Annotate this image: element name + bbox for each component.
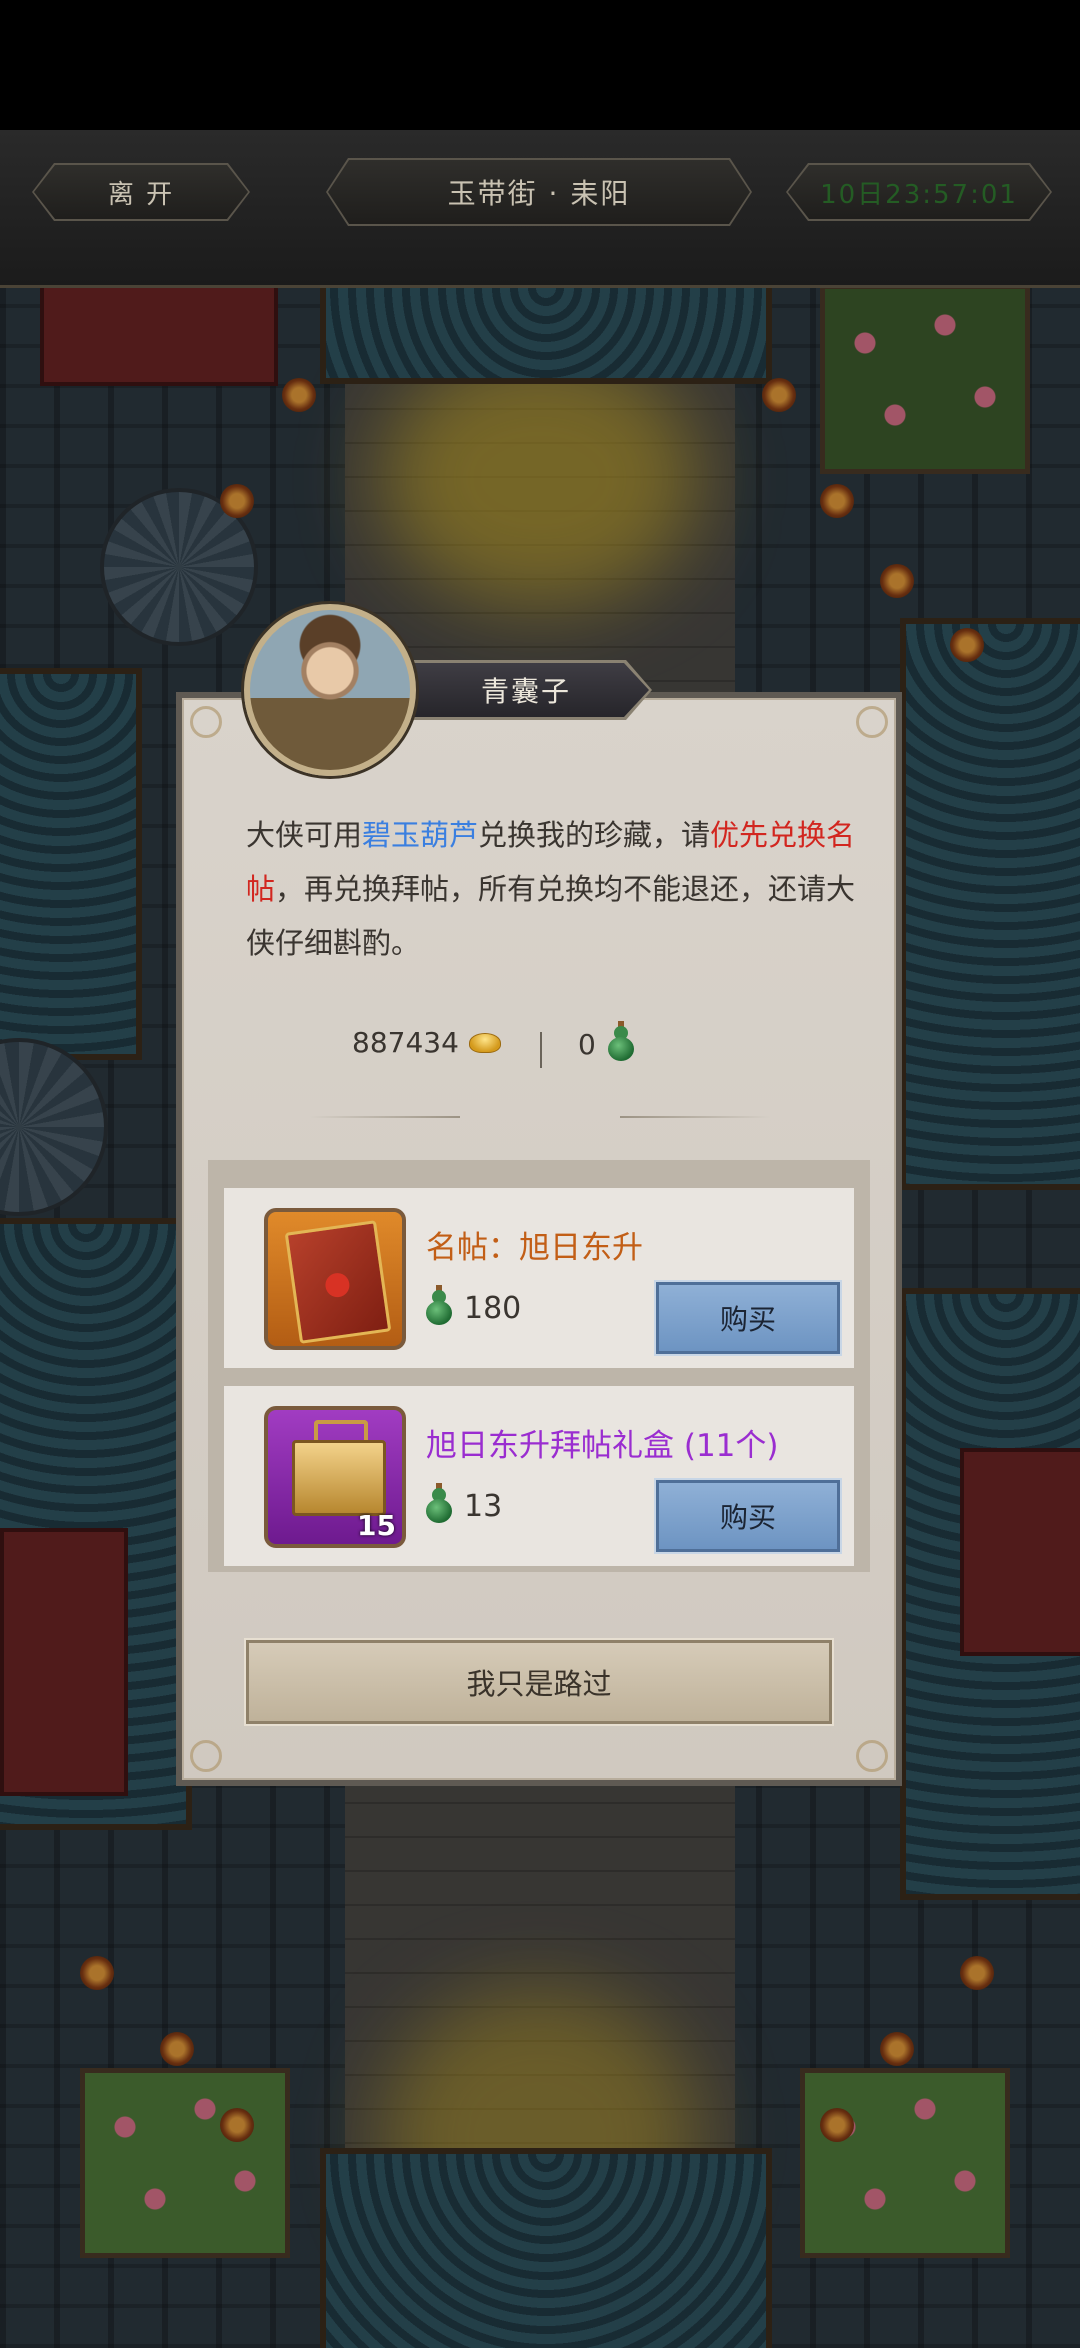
buy-button[interactable]: 购买 [654,1478,842,1554]
countdown-timer: 10日23:57:01 [786,163,1052,221]
item-name: 名帖：旭日东升 [426,1230,643,1266]
desc-text-2: 兑换我的珍藏，请 [478,818,711,852]
gourd-amount: 0 [578,1027,596,1061]
leave-button[interactable]: 离 开 [32,163,250,221]
location-title: 玉带街 · 耒阳 [326,158,752,226]
desc-currency-highlight: 碧玉葫芦 [362,818,479,852]
corner-ornament-icon [190,706,222,738]
item-quantity-badge: 15 [357,1509,396,1542]
gold-amount: 887434 [352,1026,459,1059]
gold-balance: 887434 [352,1026,501,1059]
gourd-balance: 0 [578,1021,636,1062]
shop-item: 名帖：旭日东升 180 购买 [224,1188,854,1368]
buy-button[interactable]: 购买 [654,1280,842,1356]
currency-bar: 887434 0 [176,1021,902,1078]
shop-list: 名帖：旭日东升 180 购买 15 旭日东升拜帖礼盒 (11个) 13 购买 [208,1160,870,1572]
ornament-divider-right [620,1112,770,1122]
price-value: 13 [464,1488,503,1524]
top-bar: 离 开 玉带街 · 耒阳 10日23:57:01 [0,130,1080,288]
npc-name: 青囊子 [480,675,571,708]
just-passing-button[interactable]: 我只是路过 [244,1638,834,1726]
corner-ornament-icon [856,1740,888,1772]
gold-ingot-icon [468,1032,501,1053]
buy-label: 购买 [719,1501,776,1534]
npc-description: 大侠可用碧玉葫芦兑换我的珍藏，请优先兑换名帖，再兑换拜帖，所有兑换均不能退还，还… [246,808,882,970]
npc-avatar [244,604,416,776]
ornament-divider-left [310,1112,460,1122]
location-label: 玉带街 · 耒阳 [447,177,631,210]
chest-icon [292,1440,386,1516]
desc-text-3: ，再兑换拜帖，所有兑换均不能退还，还请大侠仔细斟酌。 [246,872,856,960]
timer-label: 10日23:57:01 [820,179,1018,210]
jade-gourd-icon [606,1021,636,1062]
corner-ornament-icon [190,1740,222,1772]
corner-ornament-icon [856,706,888,738]
leave-label: 离 开 [107,179,175,210]
price-value: 180 [464,1290,522,1326]
item-icon-frame[interactable]: 15 [264,1406,406,1548]
status-bar [0,0,1080,130]
item-price: 13 [424,1483,503,1524]
buy-label: 购买 [719,1303,776,1336]
item-price: 180 [424,1285,522,1326]
jade-gourd-icon [424,1285,454,1326]
desc-text-1: 大侠可用 [246,818,363,852]
item-name: 旭日东升拜帖礼盒 (11个) [426,1428,779,1464]
item-icon-frame[interactable] [264,1208,406,1350]
pass-label: 我只是路过 [466,1667,612,1701]
shop-item: 15 旭日东升拜帖礼盒 (11个) 13 购买 [224,1386,854,1566]
book-icon [284,1220,392,1344]
currency-separator [540,1032,542,1068]
npc-nameplate: 青囊子 [400,660,652,720]
jade-gourd-icon [424,1483,454,1524]
